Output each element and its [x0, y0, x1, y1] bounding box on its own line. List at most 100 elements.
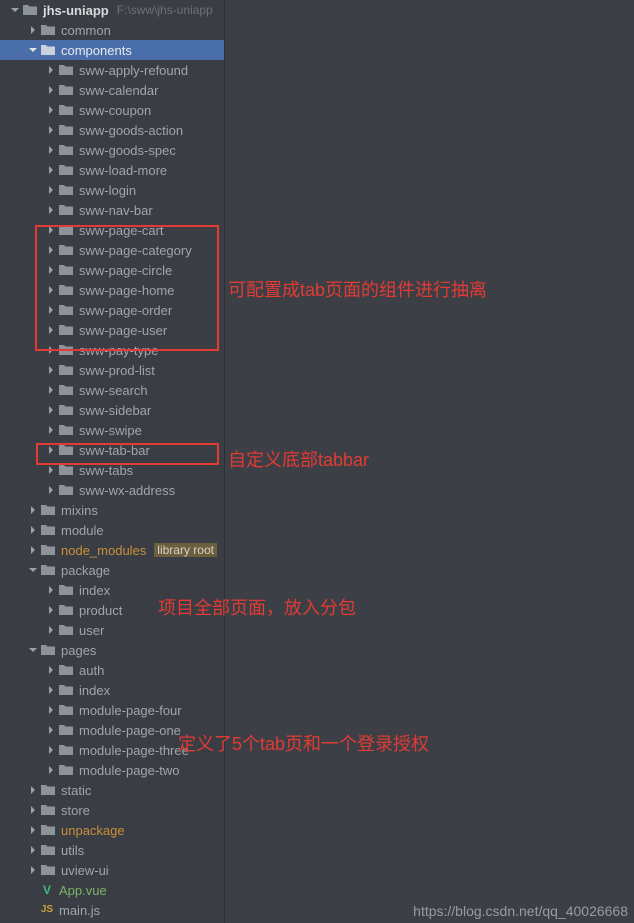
chevron-right-icon[interactable]: [44, 443, 58, 457]
project-tree-panel[interactable]: jhs-uniappF:\sww\jhs-uniappcommoncompone…: [0, 0, 225, 923]
chevron-right-icon[interactable]: [44, 463, 58, 477]
chevron-right-icon[interactable]: [44, 163, 58, 177]
chevron-right-icon[interactable]: [44, 243, 58, 257]
chevron-right-icon[interactable]: [44, 203, 58, 217]
chevron-right-icon[interactable]: [26, 543, 40, 557]
tree-item-sww-wx-address[interactable]: sww-wx-address: [0, 480, 224, 500]
tree-item-sww-page-cart[interactable]: sww-page-cart: [0, 220, 224, 240]
tree-item-utils[interactable]: utils: [0, 840, 224, 860]
chevron-right-icon[interactable]: [44, 723, 58, 737]
tree-item-static[interactable]: static: [0, 780, 224, 800]
chevron-right-icon[interactable]: [26, 843, 40, 857]
chevron-right-icon[interactable]: [44, 423, 58, 437]
tree-item-index[interactable]: index: [0, 680, 224, 700]
tree-item-sww-page-circle[interactable]: sww-page-circle: [0, 260, 224, 280]
tree-item-pages[interactable]: pages: [0, 640, 224, 660]
tree-item-sww-apply-refound[interactable]: sww-apply-refound: [0, 60, 224, 80]
tree-item-sww-page-category[interactable]: sww-page-category: [0, 240, 224, 260]
chevron-down-icon[interactable]: [26, 43, 40, 57]
tree-item-auth[interactable]: auth: [0, 660, 224, 680]
folder-icon: [40, 802, 56, 818]
tree-item-sww-coupon[interactable]: sww-coupon: [0, 100, 224, 120]
tree-item-sww-tabs[interactable]: sww-tabs: [0, 460, 224, 480]
tree-item-node-modules[interactable]: node_moduleslibrary root: [0, 540, 224, 560]
chevron-right-icon[interactable]: [44, 143, 58, 157]
tree-item-sww-pay-type[interactable]: sww-pay-type: [0, 340, 224, 360]
chevron-right-icon[interactable]: [44, 623, 58, 637]
chevron-right-icon[interactable]: [44, 263, 58, 277]
chevron-right-icon[interactable]: [26, 523, 40, 537]
folder-icon: [40, 642, 56, 658]
tree-item-sww-nav-bar[interactable]: sww-nav-bar: [0, 200, 224, 220]
tree-item-module[interactable]: module: [0, 520, 224, 540]
tree-item-label: index: [79, 583, 110, 598]
tree-item-sww-page-user[interactable]: sww-page-user: [0, 320, 224, 340]
folder-icon: [58, 622, 74, 638]
tree-item-user[interactable]: user: [0, 620, 224, 640]
tree-item-label: sww-load-more: [79, 163, 167, 178]
chevron-right-icon[interactable]: [44, 403, 58, 417]
annotation-text-4: 定义了5个tab页和一个登录授权: [178, 730, 429, 756]
tree-item-components[interactable]: components: [0, 40, 224, 60]
chevron-right-icon[interactable]: [44, 63, 58, 77]
tree-item-jhs-uniapp[interactable]: jhs-uniappF:\sww\jhs-uniapp: [0, 0, 224, 20]
tree-item-sww-goods-action[interactable]: sww-goods-action: [0, 120, 224, 140]
tree-item-module-page-four[interactable]: module-page-four: [0, 700, 224, 720]
chevron-right-icon[interactable]: [44, 103, 58, 117]
chevron-right-icon[interactable]: [44, 703, 58, 717]
tree-item-sww-login[interactable]: sww-login: [0, 180, 224, 200]
tree-item-sww-calendar[interactable]: sww-calendar: [0, 80, 224, 100]
chevron-right-icon[interactable]: [44, 303, 58, 317]
folder-icon: [58, 282, 74, 298]
tree-item-label: sww-login: [79, 183, 136, 198]
chevron-down-icon[interactable]: [26, 643, 40, 657]
tree-item-app-vue[interactable]: VApp.vue: [0, 880, 224, 900]
chevron-right-icon[interactable]: [26, 23, 40, 37]
chevron-right-icon[interactable]: [26, 783, 40, 797]
project-tree[interactable]: jhs-uniappF:\sww\jhs-uniappcommoncompone…: [0, 0, 224, 920]
tree-item-sww-load-more[interactable]: sww-load-more: [0, 160, 224, 180]
tree-item-label: sww-apply-refound: [79, 63, 188, 78]
chevron-right-icon[interactable]: [44, 483, 58, 497]
tree-item-uview-ui[interactable]: uview-ui: [0, 860, 224, 880]
tree-item-store[interactable]: store: [0, 800, 224, 820]
tree-item-module-page-two[interactable]: module-page-two: [0, 760, 224, 780]
chevron-right-icon[interactable]: [44, 383, 58, 397]
tree-item-label: sww-page-home: [79, 283, 174, 298]
chevron-right-icon[interactable]: [44, 683, 58, 697]
chevron-right-icon[interactable]: [26, 863, 40, 877]
tree-item-mixins[interactable]: mixins: [0, 500, 224, 520]
chevron-right-icon[interactable]: [44, 123, 58, 137]
tree-item-sww-swipe[interactable]: sww-swipe: [0, 420, 224, 440]
folder-icon: [58, 462, 74, 478]
tree-item-common[interactable]: common: [0, 20, 224, 40]
chevron-down-icon[interactable]: [26, 563, 40, 577]
chevron-right-icon[interactable]: [44, 663, 58, 677]
chevron-right-icon[interactable]: [44, 603, 58, 617]
chevron-right-icon[interactable]: [26, 803, 40, 817]
chevron-right-icon[interactable]: [44, 283, 58, 297]
tree-item-sww-tab-bar[interactable]: sww-tab-bar: [0, 440, 224, 460]
tree-item-sww-page-home[interactable]: sww-page-home: [0, 280, 224, 300]
tree-item-sww-sidebar[interactable]: sww-sidebar: [0, 400, 224, 420]
tree-item-unpackage[interactable]: unpackage: [0, 820, 224, 840]
tree-item-sww-search[interactable]: sww-search: [0, 380, 224, 400]
chevron-right-icon[interactable]: [44, 223, 58, 237]
arrow-spacer: [26, 883, 40, 897]
tree-item-package[interactable]: package: [0, 560, 224, 580]
chevron-right-icon[interactable]: [44, 583, 58, 597]
tree-item-sww-goods-spec[interactable]: sww-goods-spec: [0, 140, 224, 160]
chevron-right-icon[interactable]: [44, 763, 58, 777]
chevron-right-icon[interactable]: [26, 823, 40, 837]
chevron-right-icon[interactable]: [44, 363, 58, 377]
chevron-right-icon[interactable]: [44, 743, 58, 757]
chevron-right-icon[interactable]: [26, 503, 40, 517]
tree-item-sww-prod-list[interactable]: sww-prod-list: [0, 360, 224, 380]
chevron-right-icon[interactable]: [44, 83, 58, 97]
tree-item-main-js[interactable]: JSmain.js: [0, 900, 224, 920]
chevron-right-icon[interactable]: [44, 183, 58, 197]
chevron-right-icon[interactable]: [44, 323, 58, 337]
chevron-down-icon[interactable]: [8, 3, 22, 17]
tree-item-sww-page-order[interactable]: sww-page-order: [0, 300, 224, 320]
chevron-right-icon[interactable]: [44, 343, 58, 357]
